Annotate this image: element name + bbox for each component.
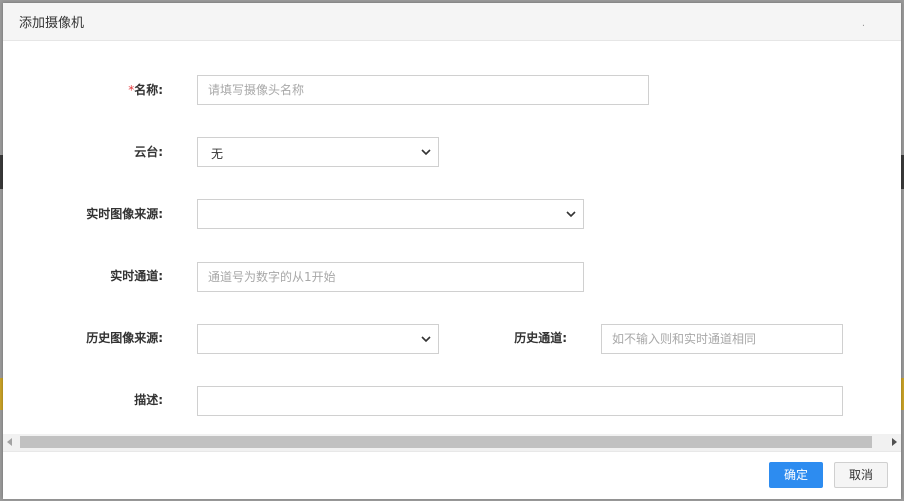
dialog-title: 添加摄像机 — [19, 16, 85, 31]
chevron-down-icon — [421, 336, 431, 343]
ptz-label: 云台: — [134, 145, 163, 159]
cancel-button[interactable]: 取消 — [834, 462, 888, 488]
realtime-channel-input[interactable] — [197, 262, 584, 292]
name-input[interactable] — [197, 75, 649, 105]
dialog-body: *名称: 云台: 无 实时图像来源: 实时通道: 历史图像来源: 历史通道: 描… — [3, 41, 901, 437]
dialog-footer: 确定 取消 — [3, 451, 901, 499]
dialog-header: 添加摄像机 . — [3, 3, 901, 41]
horizontal-scrollbar[interactable] — [3, 434, 901, 451]
ptz-select-value: 无 — [211, 147, 224, 161]
chevron-down-icon — [566, 211, 576, 218]
add-camera-dialog: 添加摄像机 . *名称: 云台: 无 实时图像来源: 实时通道: 历史图像来源: — [3, 3, 901, 498]
history-channel-label: 历史通道: — [514, 331, 567, 345]
arrow-right-icon[interactable] — [892, 438, 897, 446]
name-label-text: 名称: — [134, 83, 163, 97]
history-channel-input[interactable] — [601, 324, 843, 354]
description-input[interactable] — [197, 386, 843, 416]
ok-button[interactable]: 确定 — [769, 462, 823, 488]
description-label: 描述: — [134, 393, 163, 407]
close-icon[interactable]: . — [862, 19, 865, 29]
arrow-left-icon[interactable] — [7, 438, 12, 446]
realtime-source-select[interactable] — [197, 199, 584, 229]
realtime-source-label: 实时图像来源: — [86, 207, 163, 221]
ptz-select[interactable]: 无 — [197, 137, 439, 167]
chevron-down-icon — [421, 149, 431, 156]
name-label: *名称: — [63, 81, 163, 98]
realtime-channel-label: 实时通道: — [110, 269, 163, 283]
scrollbar-thumb[interactable] — [20, 436, 872, 448]
history-source-label: 历史图像来源: — [86, 331, 163, 345]
history-source-select[interactable] — [197, 324, 439, 354]
